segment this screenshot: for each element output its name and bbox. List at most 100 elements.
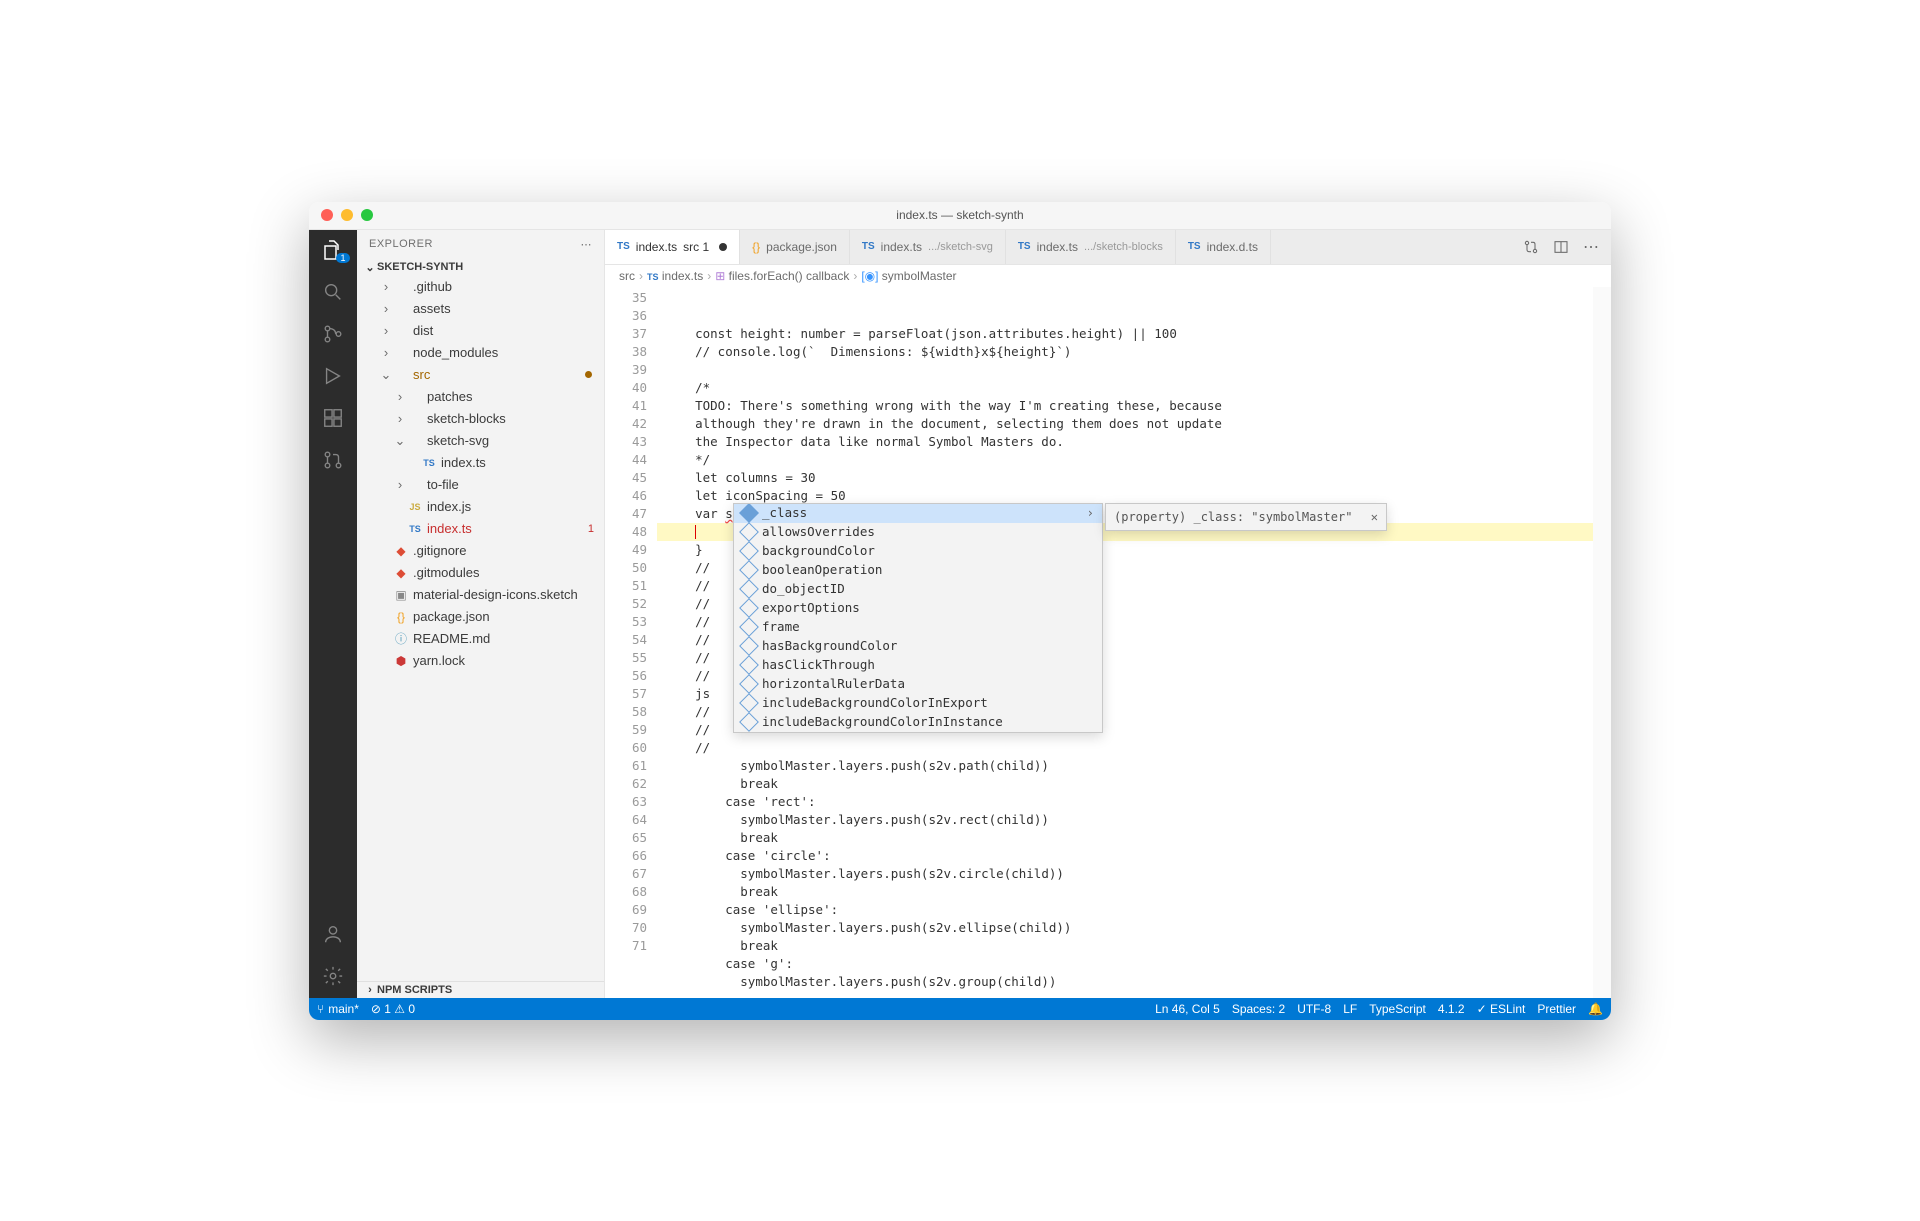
property-icon <box>739 503 759 523</box>
close-icon[interactable] <box>321 209 333 221</box>
window-title: index.ts — sketch-synth <box>896 208 1023 222</box>
branch[interactable]: ⑂ main* <box>317 1002 359 1016</box>
property-icon <box>739 541 759 561</box>
npm-scripts-header[interactable]: › NPM SCRIPTS <box>357 981 604 998</box>
suggest-item[interactable]: allowsOverrides <box>734 523 1102 542</box>
tree-item[interactable]: ◆.gitmodules <box>357 562 604 584</box>
window: index.ts — sketch-synth 1 EXPLORER ⋯ <box>309 202 1611 1020</box>
bell-icon[interactable]: 🔔 <box>1588 1002 1603 1016</box>
tree-item[interactable]: ›dist <box>357 320 604 342</box>
tree-item[interactable]: {}package.json <box>357 606 604 628</box>
editor[interactable]: 3536373839404142434445464748495051525354… <box>605 287 1611 998</box>
property-icon <box>739 693 759 713</box>
project-header[interactable]: ⌄ SKETCH-SYNTH <box>357 259 604 276</box>
tree-item[interactable]: ›.github <box>357 276 604 298</box>
property-icon <box>739 522 759 542</box>
extensions-icon[interactable] <box>321 406 345 430</box>
encoding[interactable]: UTF-8 <box>1297 1002 1331 1016</box>
file-tree: ›.github›assets›dist›node_modules⌄src›pa… <box>357 276 604 981</box>
tab[interactable]: {}package.json <box>740 230 850 264</box>
split-editor-icon[interactable] <box>1553 239 1569 255</box>
titlebar: index.ts — sketch-synth <box>309 202 1611 230</box>
property-icon <box>739 655 759 675</box>
eslint-status[interactable]: ✓ ESLint <box>1477 1002 1526 1016</box>
run-debug-icon[interactable] <box>321 364 345 388</box>
tree-item[interactable]: ◆.gitignore <box>357 540 604 562</box>
ts-version[interactable]: 4.1.2 <box>1438 1002 1465 1016</box>
property-icon <box>739 579 759 599</box>
suggest-item[interactable]: includeBackgroundColorInInstance <box>734 713 1102 732</box>
compare-changes-icon[interactable] <box>1523 239 1539 255</box>
property-icon <box>739 674 759 694</box>
tree-item[interactable]: JSindex.js <box>357 496 604 518</box>
property-icon <box>739 598 759 618</box>
gutter: 3536373839404142434445464748495051525354… <box>605 287 657 998</box>
settings-icon[interactable] <box>321 964 345 988</box>
breadcrumb-item[interactable]: ⊞ files.forEach() callback <box>715 269 849 283</box>
suggest-item[interactable]: hasClickThrough <box>734 656 1102 675</box>
suggest-item[interactable]: do_objectID <box>734 580 1102 599</box>
property-icon <box>739 560 759 580</box>
suggest-detail: (property) _class: "symbolMaster" ✕ <box>1105 503 1387 531</box>
minimap[interactable] <box>1593 287 1611 998</box>
minimize-icon[interactable] <box>341 209 353 221</box>
tree-item[interactable]: ⌄sketch-svg <box>357 430 604 452</box>
suggest-item[interactable]: frame <box>734 618 1102 637</box>
tree-item[interactable]: ⌄src <box>357 364 604 386</box>
tree-item[interactable]: ▣material-design-icons.sketch <box>357 584 604 606</box>
tab[interactable]: TSindex.ts.../sketch-blocks <box>1006 230 1176 264</box>
search-icon[interactable] <box>321 280 345 304</box>
tree-item[interactable]: ›patches <box>357 386 604 408</box>
code[interactable]: const height: number = parseFloat(json.a… <box>657 287 1611 998</box>
indentation[interactable]: Spaces: 2 <box>1232 1002 1285 1016</box>
status-bar: ⑂ main* ⊘ 1 ⚠ 0 Ln 46, Col 5 Spaces: 2 U… <box>309 998 1611 1020</box>
suggest-item[interactable]: horizontalRulerData <box>734 675 1102 694</box>
property-icon <box>739 712 759 732</box>
tabs: TSindex.tssrc 1{}package.jsonTSindex.ts.… <box>605 230 1611 265</box>
breadcrumb-item[interactable]: TS index.ts <box>647 269 703 283</box>
suggest-item[interactable]: backgroundColor <box>734 542 1102 561</box>
suggest-item[interactable]: _class› <box>734 504 1102 523</box>
source-control-icon[interactable] <box>321 322 345 346</box>
property-icon <box>739 636 759 656</box>
suggest-item[interactable]: includeBackgroundColorInExport <box>734 694 1102 713</box>
more-icon[interactable]: ⋯ <box>581 238 593 251</box>
cursor-position[interactable]: Ln 46, Col 5 <box>1155 1002 1220 1016</box>
chevron-right-icon: › <box>363 984 377 996</box>
tree-item[interactable]: ⓘREADME.md <box>357 628 604 650</box>
sidebar-title: EXPLORER ⋯ <box>357 230 604 259</box>
editor-group: TSindex.tssrc 1{}package.jsonTSindex.ts.… <box>605 230 1611 998</box>
badge: 1 <box>336 253 349 263</box>
tab[interactable]: TSindex.d.ts <box>1176 230 1271 264</box>
tab[interactable]: TSindex.ts.../sketch-svg <box>850 230 1006 264</box>
suggest-widget[interactable]: _class›allowsOverridesbackgroundColorboo… <box>733 503 1103 733</box>
tree-item[interactable]: ›node_modules <box>357 342 604 364</box>
tree-item[interactable]: ⬢yarn.lock <box>357 650 604 672</box>
breadcrumb[interactable]: src›TS index.ts›⊞ files.forEach() callba… <box>605 265 1611 287</box>
problems[interactable]: ⊘ 1 ⚠ 0 <box>371 1002 415 1016</box>
github-pr-icon[interactable] <box>321 448 345 472</box>
chevron-down-icon: ⌄ <box>363 261 377 274</box>
language-mode[interactable]: TypeScript <box>1369 1002 1426 1016</box>
breadcrumb-item[interactable]: src <box>619 269 635 283</box>
prettier-status[interactable]: Prettier <box>1537 1002 1576 1016</box>
breadcrumb-item[interactable]: [◉] symbolMaster <box>861 269 956 283</box>
more-icon[interactable]: ⋯ <box>1583 237 1599 257</box>
tree-item[interactable]: ›assets <box>357 298 604 320</box>
tree-item[interactable]: TSindex.ts1 <box>357 518 604 540</box>
traffic-lights <box>321 209 373 221</box>
close-icon[interactable]: ✕ <box>1371 508 1378 526</box>
explorer-icon[interactable]: 1 <box>321 238 345 262</box>
suggest-item[interactable]: exportOptions <box>734 599 1102 618</box>
chevron-right-icon: › <box>1086 504 1094 522</box>
eol[interactable]: LF <box>1343 1002 1357 1016</box>
tree-item[interactable]: TSindex.ts <box>357 452 604 474</box>
tree-item[interactable]: ›to-file <box>357 474 604 496</box>
suggest-item[interactable]: booleanOperation <box>734 561 1102 580</box>
account-icon[interactable] <box>321 922 345 946</box>
sidebar: EXPLORER ⋯ ⌄ SKETCH-SYNTH ›.github›asset… <box>357 230 605 998</box>
suggest-item[interactable]: hasBackgroundColor <box>734 637 1102 656</box>
tree-item[interactable]: ›sketch-blocks <box>357 408 604 430</box>
tab[interactable]: TSindex.tssrc 1 <box>605 230 740 264</box>
zoom-icon[interactable] <box>361 209 373 221</box>
